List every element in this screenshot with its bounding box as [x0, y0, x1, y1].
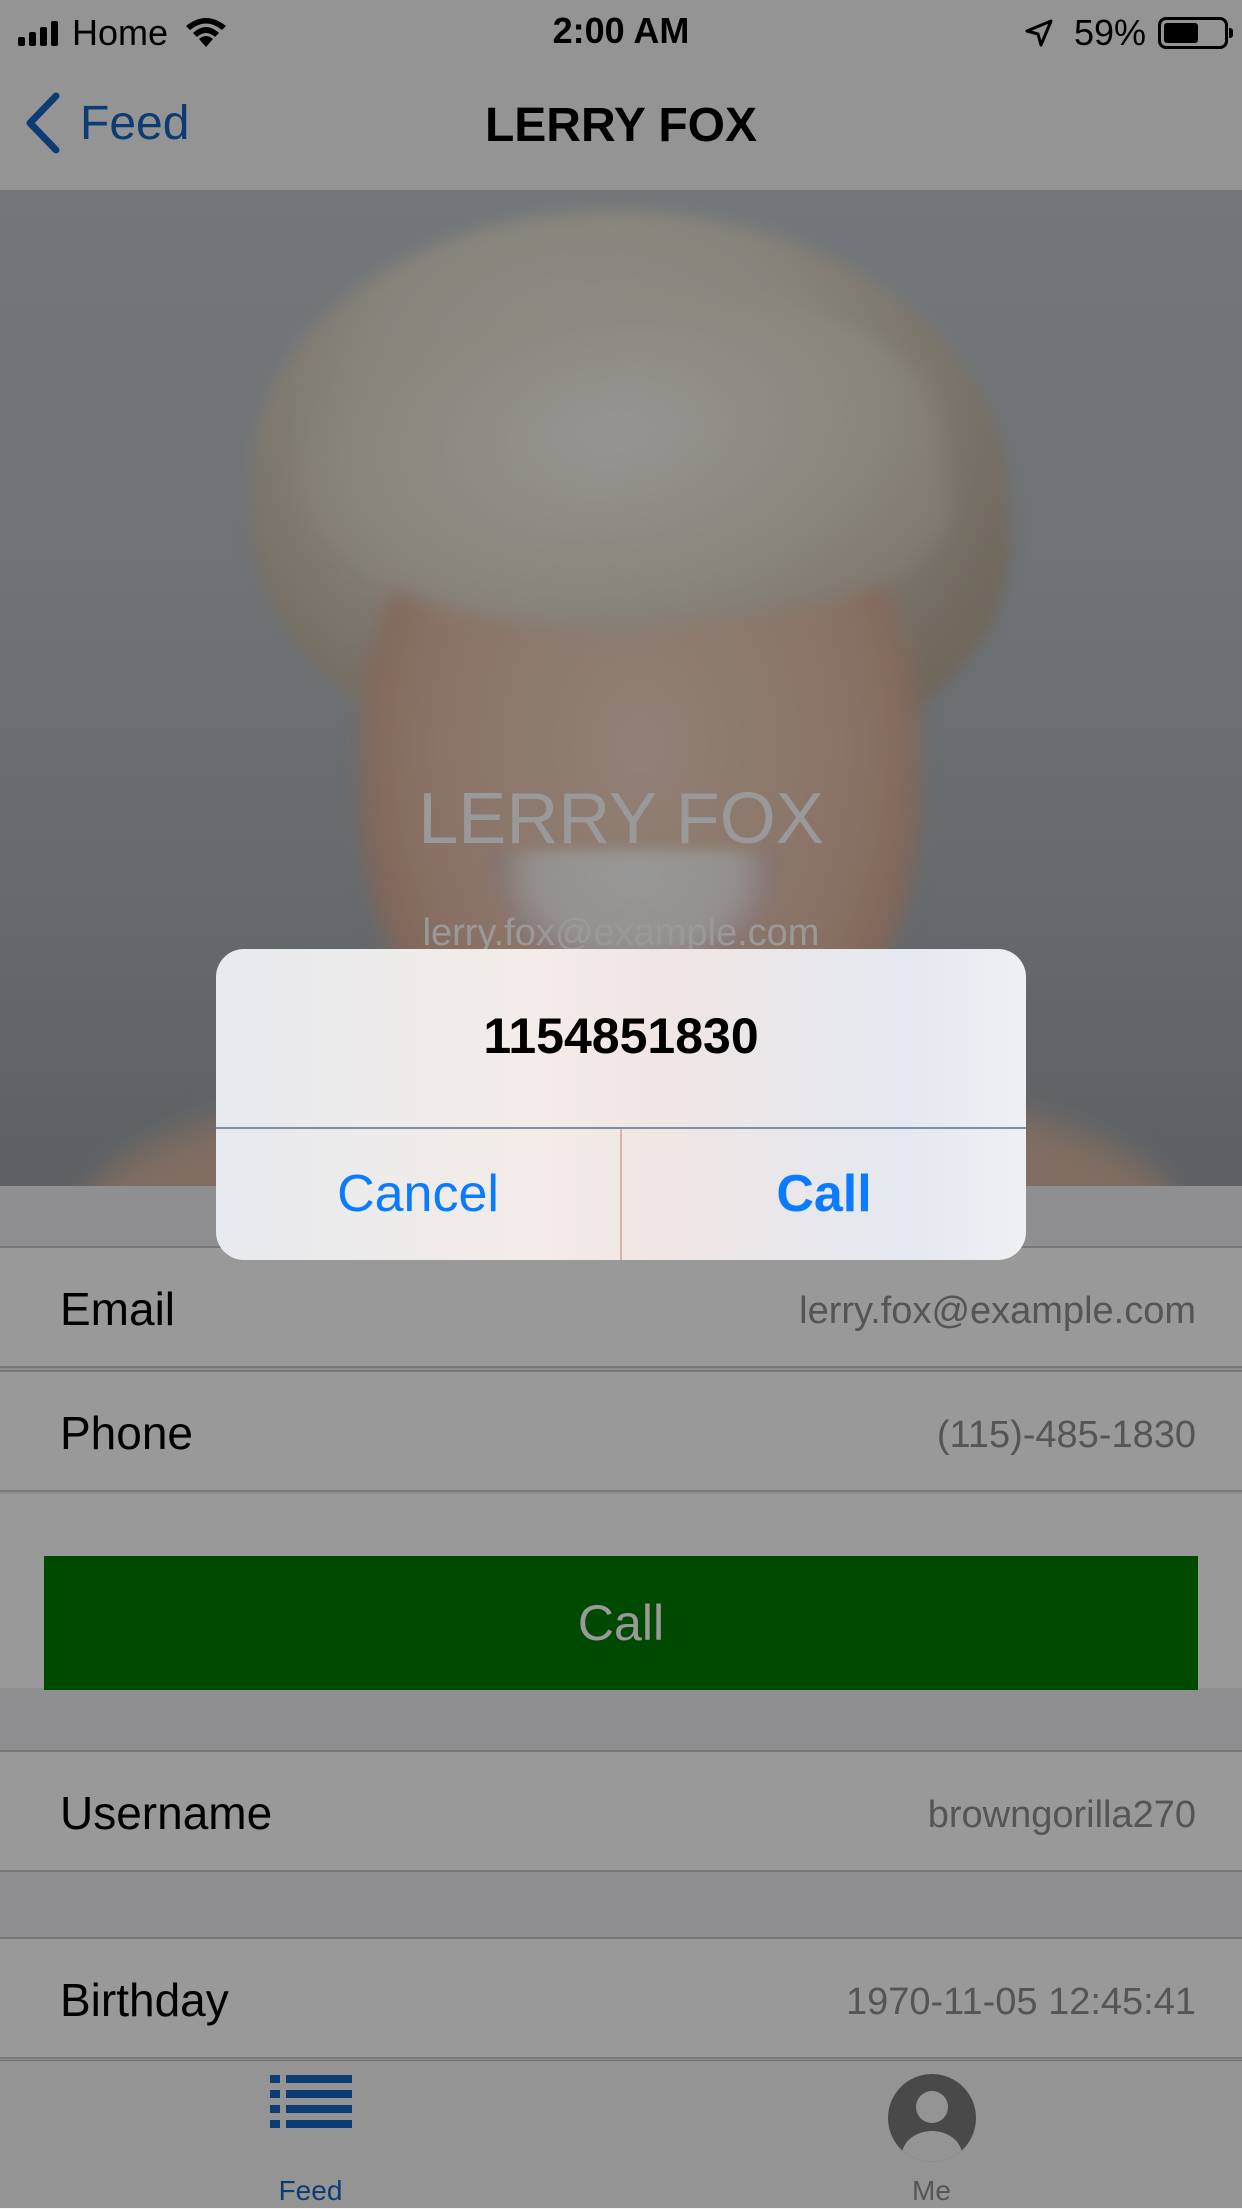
alert-call-button[interactable]: Call	[622, 1129, 1026, 1260]
alert-title: 1154851830	[483, 1008, 759, 1064]
profile-screen: Home 2:00 AM 59% Feed LERRY FOX LERRY FO…	[0, 0, 1242, 2209]
call-alert-dialog: 1154851830 Cancel Call	[216, 949, 1026, 1260]
alert-cancel-button[interactable]: Cancel	[216, 1129, 620, 1260]
